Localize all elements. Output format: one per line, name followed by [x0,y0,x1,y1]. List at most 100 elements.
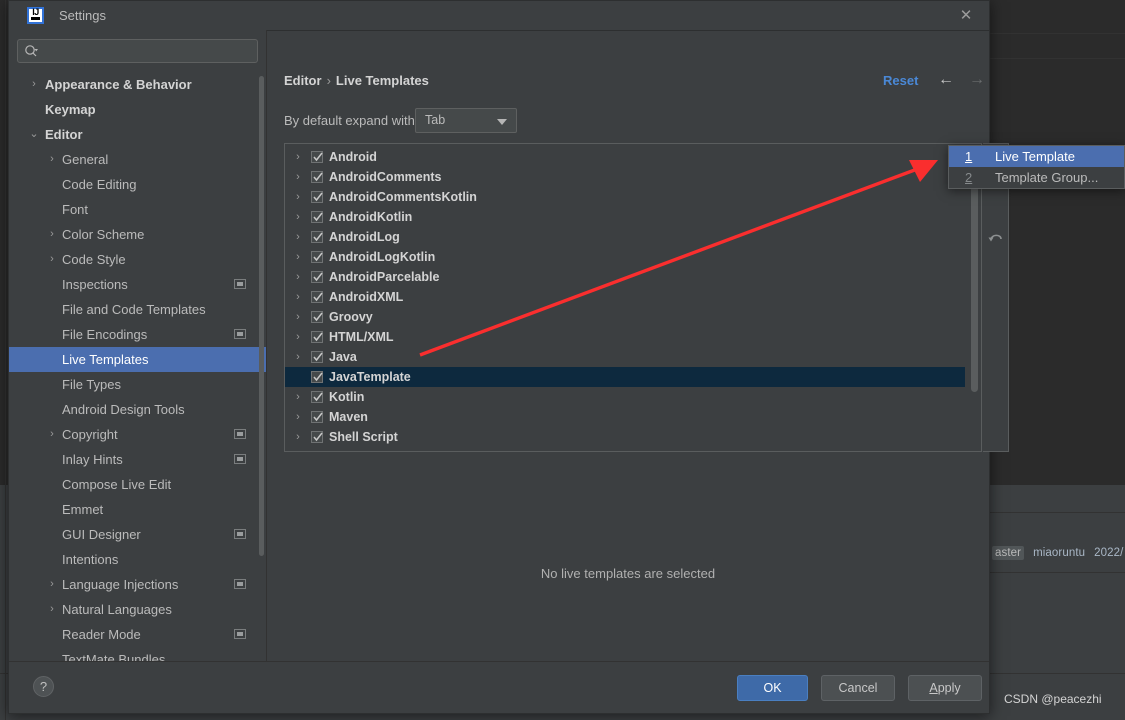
dialog-body: › Appearance & Behavior Keymap ⌄ Editor › Gene… [9,30,1009,662]
template-group-row[interactable]: › AndroidParcelable [285,267,965,287]
checkbox[interactable] [311,211,323,223]
checkbox[interactable] [311,291,323,303]
back-arrow-icon[interactable]: ← [936,71,956,89]
chevron-right-icon[interactable]: › [292,307,304,327]
chevron-right-icon[interactable]: › [45,422,59,447]
template-group-row[interactable]: › AndroidComments [285,167,965,187]
sidebar-item-intentions[interactable]: Intentions [9,547,266,572]
template-group-row[interactable]: › Kotlin [285,387,965,407]
chevron-right-icon[interactable]: › [45,597,59,622]
checkbox[interactable] [311,391,323,403]
chevron-right-icon[interactable]: › [45,572,59,597]
chevron-right-icon[interactable]: › [45,222,59,247]
sidebar-item-general[interactable]: › General [9,147,266,172]
template-group-row[interactable]: › AndroidXML [285,287,965,307]
settings-category-tree[interactable]: › Appearance & Behavior Keymap ⌄ Editor › Gene… [9,72,266,662]
sidebar-item-code-style[interactable]: › Code Style [9,247,266,272]
sidebar-item-textmate-bundles[interactable]: TextMate Bundles [9,647,266,662]
chevron-right-icon[interactable]: › [292,167,304,187]
add-template-popup-menu[interactable]: 1 Live Template 2 Template Group... [948,145,1125,189]
template-group-name: Android [329,150,377,164]
close-icon[interactable]: ✕ [957,8,975,24]
sidebar-item-natural-languages[interactable]: › Natural Languages [9,597,266,622]
breadcrumb-parent[interactable]: Editor [284,73,322,88]
template-group-row[interactable]: JavaTemplate [285,367,965,387]
chevron-right-icon[interactable]: › [292,187,304,207]
sidebar-item-editor[interactable]: ⌄ Editor [9,122,266,147]
chevron-right-icon[interactable]: › [292,227,304,247]
sidebar-item-language-injections[interactable]: › Language Injections [9,572,266,597]
template-group-row[interactable]: › Shell Script [285,427,965,447]
template-group-row[interactable]: › AndroidLog [285,227,965,247]
cancel-button[interactable]: Cancel [821,675,895,701]
checkbox[interactable] [311,191,323,203]
template-group-row[interactable]: › AndroidLogKotlin [285,247,965,267]
chevron-right-icon[interactable]: › [292,287,304,307]
template-group-row[interactable]: › Maven [285,407,965,427]
help-icon[interactable]: ? [33,676,54,697]
sidebar-item-copyright[interactable]: › Copyright [9,422,266,447]
chevron-right-icon[interactable]: › [292,267,304,287]
checkbox[interactable] [311,151,323,163]
chevron-right-icon[interactable]: › [292,407,304,427]
template-group-name: JavaTemplate [329,370,411,384]
chevron-down-icon[interactable]: ⌄ [27,122,41,147]
reset-link[interactable]: Reset [883,73,918,88]
template-group-row[interactable]: › Android [285,147,965,167]
checkbox[interactable] [311,231,323,243]
checkbox[interactable] [311,171,323,183]
checkbox[interactable] [311,311,323,323]
sidebar-item-emmet[interactable]: Emmet [9,497,266,522]
template-group-row[interactable]: › Groovy [285,307,965,327]
popup-menu-item[interactable]: 2 Template Group... [949,167,1124,188]
popup-menu-item[interactable]: 1 Live Template [949,146,1124,167]
forward-arrow-icon[interactable]: → [967,71,987,89]
chevron-right-icon[interactable]: › [292,387,304,407]
template-group-row[interactable]: › AndroidCommentsKotlin [285,187,965,207]
sidebar-item-file-and-code-templates[interactable]: File and Code Templates [9,297,266,322]
search-field-wrapper[interactable] [17,39,258,63]
ok-button[interactable]: OK [737,675,808,701]
chevron-right-icon[interactable]: › [292,207,304,227]
template-list-scrollbar[interactable] [969,145,979,450]
sidebar-item-appearance-behavior[interactable]: › Appearance & Behavior [9,72,266,97]
apply-button[interactable]: Apply [908,675,982,701]
template-group-row[interactable]: › Java [285,347,965,367]
sidebar-item-android-design-tools[interactable]: Android Design Tools [9,397,266,422]
sidebar-item-inlay-hints[interactable]: Inlay Hints [9,447,266,472]
checkbox[interactable] [311,251,323,263]
chevron-right-icon[interactable]: › [292,327,304,347]
sidebar-item-reader-mode[interactable]: Reader Mode [9,622,266,647]
live-templates-tree[interactable]: › Android › AndroidComments › AndroidComments… [285,147,965,451]
watermark-text: CSDN @peacezhi [1004,692,1102,706]
sidebar-item-file-encodings[interactable]: File Encodings [9,322,266,347]
sidebar-item-code-editing[interactable]: Code Editing [9,172,266,197]
chevron-right-icon[interactable]: › [27,72,41,97]
sidebar-item-live-templates[interactable]: Live Templates [9,347,266,372]
sidebar-item-inspections[interactable]: Inspections [9,272,266,297]
expand-with-select[interactable]: Tab [415,108,517,133]
checkbox[interactable] [311,351,323,363]
chevron-right-icon[interactable]: › [292,147,304,167]
sidebar-scrollbar[interactable] [259,76,264,556]
template-group-row[interactable]: › AndroidKotlin [285,207,965,227]
sidebar-item-gui-designer[interactable]: GUI Designer [9,522,266,547]
sidebar-item-color-scheme[interactable]: › Color Scheme [9,222,266,247]
chevron-right-icon[interactable]: › [45,147,59,172]
checkbox[interactable] [311,331,323,343]
checkbox[interactable] [311,431,323,443]
template-group-row[interactable]: › HTML/XML [285,327,965,347]
sidebar-item-file-types[interactable]: File Types [9,372,266,397]
revert-icon[interactable] [984,226,1008,250]
sidebar-item-font[interactable]: Font [9,197,266,222]
checkbox[interactable] [311,411,323,423]
chevron-right-icon[interactable]: › [292,347,304,367]
checkbox[interactable] [311,371,323,383]
chevron-right-icon[interactable]: › [45,247,59,272]
chevron-right-icon[interactable]: › [292,427,304,447]
search-input[interactable] [17,39,258,63]
sidebar-item-keymap[interactable]: Keymap [9,97,266,122]
chevron-right-icon[interactable]: › [292,247,304,267]
checkbox[interactable] [311,271,323,283]
sidebar-item-compose-live-edit[interactable]: Compose Live Edit [9,472,266,497]
